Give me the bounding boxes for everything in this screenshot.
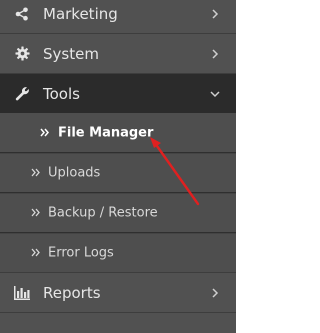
annotation-arrow [150,137,200,206]
